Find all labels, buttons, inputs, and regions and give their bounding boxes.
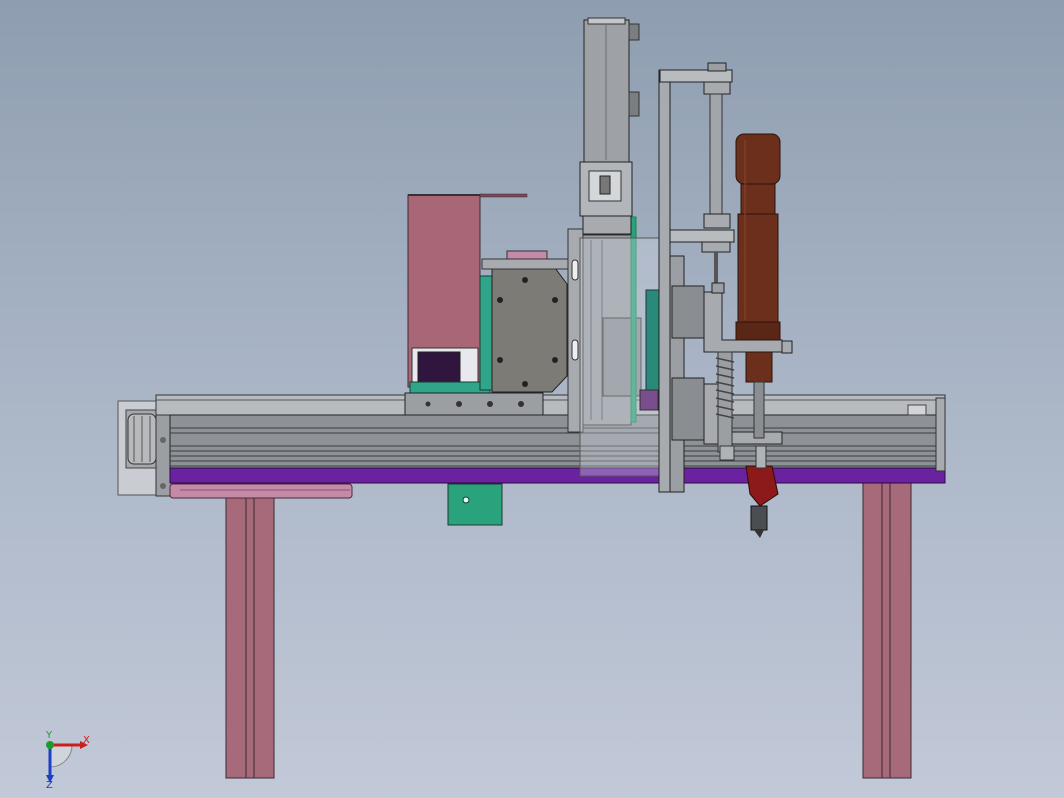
electric-screwdriver[interactable]: [735, 133, 781, 439]
gray-mount-plate[interactable]: [481, 250, 583, 393]
vertical-actuator[interactable]: [579, 17, 640, 235]
triad-x-label: X: [83, 735, 90, 746]
main-rail[interactable]: [155, 394, 946, 484]
lower-motor[interactable]: [169, 483, 353, 499]
pulley[interactable]: [127, 413, 157, 465]
transparent-guard: [579, 237, 661, 477]
triad-y-label: Y: [46, 730, 53, 741]
y-axis-dot: [46, 741, 54, 749]
right-leg[interactable]: [862, 482, 912, 779]
assembly-drawing[interactable]: [0, 0, 1064, 798]
triad-z-label: Z: [46, 780, 53, 791]
green-bracket[interactable]: [447, 483, 503, 526]
cad-viewport[interactable]: X Y Z: [0, 0, 1064, 798]
axis-triad: [46, 741, 88, 783]
left-leg[interactable]: [225, 482, 275, 779]
spring-rod[interactable]: [715, 351, 735, 461]
